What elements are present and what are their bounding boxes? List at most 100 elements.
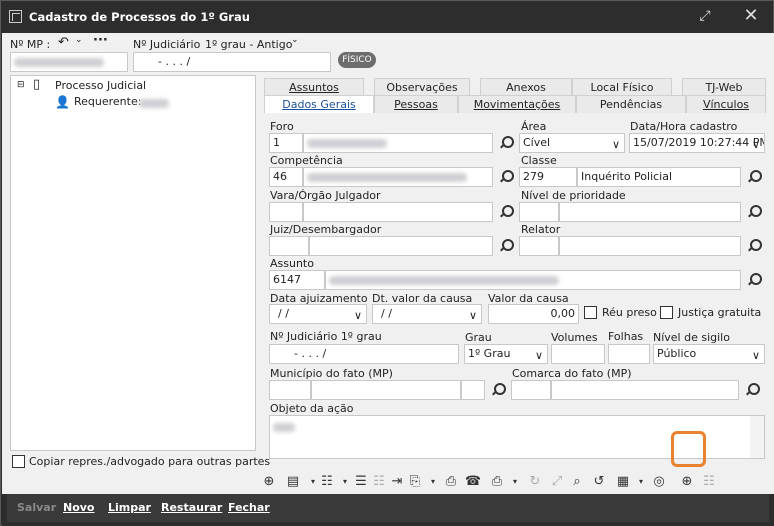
- volumes-input[interactable]: [551, 344, 605, 364]
- tree-icon[interactable]: ☷: [318, 473, 336, 491]
- comarca-code-input[interactable]: [511, 380, 551, 400]
- copy-pages-icon[interactable]: ⎘: [406, 473, 424, 491]
- vara-code-input[interactable]: [269, 202, 303, 222]
- prioridade-name-input[interactable]: [559, 202, 741, 222]
- folhas-input[interactable]: [608, 344, 650, 364]
- assunto-label: Assunto: [270, 257, 314, 270]
- salvar-button[interactable]: Salvar: [17, 494, 56, 522]
- restaurar-button[interactable]: Restaurar: [161, 494, 222, 522]
- tab-anexos[interactable]: Anexos: [480, 78, 572, 96]
- juiz-search-icon[interactable]: [498, 238, 514, 254]
- fechar-button[interactable]: Fechar: [228, 494, 270, 522]
- nj-label: Nº Judiciário: [133, 38, 201, 51]
- tree-child[interactable]: Requerente:: [74, 95, 141, 108]
- data-ajuizamento-input[interactable]: / / ∨: [269, 304, 367, 324]
- chevron-down-icon[interactable]: ⌄: [75, 35, 83, 45]
- classe-search-icon[interactable]: [746, 169, 762, 185]
- competencia-label: Competência: [270, 154, 343, 167]
- juiz-name-input[interactable]: [309, 236, 493, 256]
- comarca-search-icon[interactable]: [744, 382, 760, 398]
- mp-input[interactable]: [10, 52, 128, 72]
- search-doc-icon[interactable]: ⌕: [568, 473, 586, 491]
- export-icon[interactable]: ⇥: [388, 473, 406, 491]
- foro-search-icon[interactable]: [498, 135, 514, 151]
- novo-button[interactable]: Novo: [63, 494, 95, 522]
- foro-code-input[interactable]: 1: [269, 133, 303, 153]
- sigilo-select[interactable]: Público ∨: [653, 344, 765, 364]
- prioridade-code-input[interactable]: [519, 202, 559, 222]
- assunto-search-icon[interactable]: [746, 272, 762, 288]
- classe-code-input[interactable]: 279: [519, 167, 577, 187]
- vara-name-input[interactable]: [303, 202, 493, 222]
- data-cadastro-input[interactable]: 15/07/2019 10:27:44 PM ∨: [629, 133, 765, 153]
- tab-dados-gerais[interactable]: Dados Gerais: [264, 95, 374, 113]
- classe-name-input[interactable]: Inquérito Policial: [577, 167, 741, 187]
- foro-name-input[interactable]: [303, 133, 493, 153]
- copy-dropdown-icon[interactable]: ▾: [424, 473, 442, 491]
- copy-checkbox[interactable]: [12, 455, 25, 468]
- folder-icon[interactable]: ▤: [284, 473, 302, 491]
- tab-pessoas[interactable]: Pessoas: [374, 95, 458, 113]
- app-icon: [9, 10, 22, 23]
- close-icon[interactable]: ✕: [739, 7, 763, 27]
- phone-icon[interactable]: ☎: [464, 473, 482, 491]
- prioridade-search-icon[interactable]: [746, 204, 762, 220]
- add-entry-icon[interactable]: ⊕: [678, 473, 696, 491]
- nj1-input[interactable]: - . . . /: [269, 344, 459, 364]
- tab-observacoes[interactable]: Observações: [374, 78, 470, 96]
- municipio-code-input[interactable]: [269, 380, 311, 400]
- competencia-search-icon[interactable]: [498, 169, 514, 185]
- split-icon[interactable]: ☰: [352, 473, 370, 491]
- foro-label: Foro: [270, 120, 294, 133]
- document-icon: ▯: [33, 77, 41, 92]
- more-icon[interactable]: ···: [93, 33, 108, 48]
- valor-causa-input[interactable]: 0,00: [488, 304, 579, 324]
- copy-label: Copiar repres./advogado para outras part…: [29, 455, 271, 468]
- limpar-button[interactable]: Limpar: [108, 494, 151, 522]
- restore-icon[interactable]: ⤢: [693, 7, 717, 27]
- municipio-search-icon[interactable]: [490, 382, 506, 398]
- justica-gratuita-checkbox[interactable]: [660, 306, 673, 319]
- tab-assuntos[interactable]: Assuntos: [264, 78, 364, 96]
- grau-select[interactable]: 1º Grau ∨: [464, 344, 548, 364]
- tree-root[interactable]: Processo Judicial: [55, 79, 146, 92]
- tab-tj-web[interactable]: TJ-Web: [682, 78, 766, 96]
- area-select[interactable]: Cível ∨: [519, 133, 625, 153]
- municipio-name-input[interactable]: [311, 380, 461, 400]
- juiz-code-input[interactable]: [269, 236, 309, 256]
- calendar-dropdown-icon[interactable]: ▾: [632, 473, 650, 491]
- nj-grau-chevron-icon[interactable]: ⌄: [291, 35, 299, 45]
- assunto-name-input[interactable]: [325, 270, 741, 290]
- tab-pendencias[interactable]: Pendências: [576, 95, 686, 113]
- add-doc-icon[interactable]: ⊕: [260, 473, 278, 491]
- print-dropdown-icon[interactable]: ▾: [506, 473, 524, 491]
- vara-search-icon[interactable]: [498, 204, 514, 220]
- nj-input[interactable]: - . . . /: [133, 52, 331, 72]
- volumes-label: Volumes: [551, 331, 598, 344]
- competencia-code-input[interactable]: 46: [269, 167, 303, 187]
- relator-name-input[interactable]: [559, 236, 741, 256]
- history-icon[interactable]: ↺: [590, 473, 608, 491]
- undo-icon[interactable]: ↶: [58, 35, 69, 50]
- grau-label: Grau: [465, 331, 492, 344]
- reu-preso-checkbox[interactable]: [584, 306, 597, 319]
- classe-label: Classe: [521, 154, 557, 167]
- relator-code-input[interactable]: [519, 236, 559, 256]
- calendar-icon[interactable]: ▦: [614, 473, 632, 491]
- refresh-icon: ↻: [529, 474, 541, 489]
- clipboard-icon[interactable]: ⎙: [442, 473, 460, 491]
- comarca-name-input[interactable]: [551, 380, 739, 400]
- camera-icon[interactable]: ◎: [650, 473, 668, 491]
- tree-collapse-icon[interactable]: ⊟: [17, 80, 25, 90]
- assunto-code-input[interactable]: 6147: [269, 270, 325, 290]
- objeto-scrollbar[interactable]: [750, 416, 764, 458]
- tab-movimentacoes[interactable]: Movimentações: [458, 95, 576, 113]
- tab-vinculos[interactable]: Vínculos: [686, 95, 766, 113]
- municipio-uf-input[interactable]: [461, 380, 485, 400]
- tab-local-fisico[interactable]: Local Físico: [572, 78, 672, 96]
- competencia-name-input[interactable]: [303, 167, 493, 187]
- process-tree[interactable]: ⊟ ▯ Processo Judicial 👤 Requerente:: [10, 75, 256, 451]
- relator-search-icon[interactable]: [746, 238, 762, 254]
- print-icon[interactable]: ⎙: [488, 473, 506, 491]
- dt-valor-input[interactable]: / / ∨: [372, 304, 482, 324]
